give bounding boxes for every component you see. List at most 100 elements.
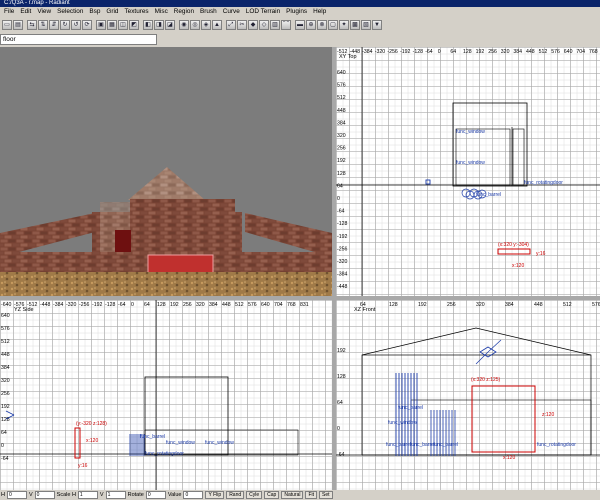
view-label: YZ Side bbox=[14, 307, 34, 313]
menu-bsp[interactable]: Bsp bbox=[86, 6, 103, 17]
csg-merge-icon[interactable]: ◪ bbox=[165, 19, 175, 30]
menu-lod-terrain[interactable]: LOD Terrain bbox=[243, 6, 283, 17]
top-ruler-tick: -640 bbox=[1, 302, 11, 308]
left-ruler-tick: 192 bbox=[337, 348, 346, 354]
left-ruler-tick: 128 bbox=[337, 374, 346, 380]
field-label: Value bbox=[167, 492, 182, 498]
top-ruler-tick: -192 bbox=[92, 302, 102, 308]
yz-side-viewport[interactable]: -640 -576 -512 -448 -384 -320 -256 -192 -128 -64 0… bbox=[0, 300, 332, 490]
top-ruler-tick: 0 bbox=[438, 49, 441, 55]
menu-selection[interactable]: Selection bbox=[54, 6, 86, 17]
patch-icon[interactable]: ▥ bbox=[270, 19, 280, 30]
xz-front-viewport[interactable]: 64128192256320384448512576640192128640-6… bbox=[336, 300, 600, 490]
top-ruler-tick: -64 bbox=[425, 49, 433, 55]
view-label: XY Top bbox=[339, 54, 357, 60]
top-ruler-tick: 384 bbox=[505, 302, 514, 308]
menu-grid[interactable]: Grid bbox=[103, 6, 121, 17]
menu-textures[interactable]: Textures bbox=[121, 6, 151, 17]
cap-icon[interactable]: ▬ bbox=[295, 19, 305, 30]
rotate-x-icon[interactable]: ↻ bbox=[60, 19, 70, 30]
surface-button-cap[interactable]: Cap bbox=[264, 491, 280, 499]
clipper-icon[interactable]: ✂ bbox=[237, 19, 247, 30]
surface-button-rand[interactable]: Rand bbox=[226, 491, 245, 499]
menu-misc[interactable]: Misc bbox=[152, 6, 171, 17]
left-ruler-tick: 320 bbox=[1, 378, 10, 384]
menu-plugins[interactable]: Plugins bbox=[283, 6, 310, 17]
left-ruler-tick: -64 bbox=[337, 209, 345, 215]
surface-button-natural[interactable]: Natural bbox=[281, 491, 304, 499]
top-ruler-tick: 512 bbox=[539, 49, 548, 55]
select-inside-icon[interactable]: ◫ bbox=[118, 19, 128, 30]
bend-icon[interactable]: ⌒ bbox=[281, 19, 291, 30]
top-ruler-tick: 128 bbox=[389, 302, 398, 308]
top-ruler-tick: 384 bbox=[513, 49, 522, 55]
entity-view-icon[interactable]: ◎ bbox=[190, 19, 200, 30]
field-value-input[interactable]: 1 bbox=[77, 491, 98, 499]
entity-label: func_rotatingdoor bbox=[524, 180, 563, 186]
texture-lock-icon[interactable]: ▲ bbox=[212, 19, 222, 30]
vertex-edit-icon[interactable]: ◆ bbox=[248, 19, 258, 30]
left-ruler-tick: -256 bbox=[337, 246, 347, 252]
drill-icon[interactable]: ⊗ bbox=[317, 19, 327, 30]
menu-brush[interactable]: Brush bbox=[197, 6, 220, 17]
view-label: XZ Front bbox=[354, 307, 376, 313]
csg-subtract-icon[interactable]: ◧ bbox=[143, 19, 153, 30]
entity-label: func_barrel bbox=[386, 442, 412, 448]
camera-render bbox=[0, 47, 332, 296]
select-touching-icon[interactable]: ▦ bbox=[107, 19, 117, 30]
menu-region[interactable]: Region bbox=[171, 6, 197, 17]
rotate-z-icon[interactable]: ⟳ bbox=[82, 19, 92, 30]
flip-z-icon[interactable]: ⇵ bbox=[49, 19, 59, 30]
surface-button-y-flip[interactable]: Y Flip bbox=[205, 491, 225, 499]
open-icon[interactable]: ▭ bbox=[2, 19, 12, 30]
select-complete-icon[interactable]: ▣ bbox=[96, 19, 106, 30]
xy-top-viewport[interactable]: -512 -448 -384 -320 -256 -192 -128 -64 0 64 128 192… bbox=[336, 47, 600, 296]
texture-bar: floor bbox=[0, 32, 600, 46]
rotate-y-icon[interactable]: ↺ bbox=[71, 19, 81, 30]
field-value-input[interactable]: 1 bbox=[105, 491, 126, 499]
menu-help[interactable]: Help bbox=[310, 6, 329, 17]
field-value-input[interactable]: 0 bbox=[145, 491, 166, 499]
selection-height: y:16 bbox=[536, 251, 546, 257]
menu-view[interactable]: View bbox=[34, 6, 54, 17]
surface-button-cyle[interactable]: Cyle bbox=[246, 491, 263, 499]
filter-icon[interactable]: ▼ bbox=[372, 19, 382, 30]
flip-y-icon[interactable]: ⇅ bbox=[38, 19, 48, 30]
scale-icon[interactable]: ⤢ bbox=[226, 19, 236, 30]
change-view-icon[interactable]: ◈ bbox=[201, 19, 211, 30]
top-ruler-tick: -320 bbox=[66, 302, 76, 308]
field-value-input[interactable]: 0 bbox=[6, 491, 27, 499]
camera-viewport[interactable] bbox=[0, 47, 332, 296]
left-ruler-tick: 640 bbox=[337, 70, 346, 76]
weld-icon[interactable]: ⊕ bbox=[306, 19, 316, 30]
top-ruler-tick: 256 bbox=[488, 49, 497, 55]
menu-curve[interactable]: Curve bbox=[220, 6, 243, 17]
camera-view-icon[interactable]: ◉ bbox=[179, 19, 189, 30]
top-ruler-tick: -384 bbox=[362, 49, 372, 55]
top-ruler-tick: 576 bbox=[592, 302, 600, 308]
menu-edit[interactable]: Edit bbox=[17, 6, 34, 17]
save-icon[interactable]: ▤ bbox=[13, 19, 23, 30]
select-partial-icon[interactable]: ◩ bbox=[129, 19, 139, 30]
field-value-input[interactable]: 0 bbox=[34, 491, 55, 499]
left-ruler-tick: -192 bbox=[337, 234, 347, 240]
field-value-input[interactable]: 0 bbox=[183, 491, 204, 499]
selection-width: x:120 bbox=[86, 438, 99, 444]
face-edit-icon[interactable]: ◇ bbox=[259, 19, 269, 30]
csg-hollow-icon[interactable]: ◨ bbox=[154, 19, 164, 30]
texture-name-field[interactable]: floor bbox=[0, 34, 157, 45]
top-ruler-tick: 512 bbox=[235, 302, 244, 308]
left-ruler-tick: 256 bbox=[1, 391, 10, 397]
top-ruler-tick: 448 bbox=[222, 302, 231, 308]
lights-icon[interactable]: ✦ bbox=[339, 19, 349, 30]
entity-label: func_barrel bbox=[476, 192, 502, 198]
region-icon[interactable]: ▧ bbox=[361, 19, 371, 30]
flip-x-icon[interactable]: ⇆ bbox=[27, 19, 37, 30]
surface-button-set[interactable]: Set bbox=[319, 491, 333, 499]
menu-file[interactable]: File bbox=[1, 6, 17, 17]
surface-button-fit[interactable]: Fit bbox=[305, 491, 318, 499]
left-ruler-tick: 0 bbox=[337, 196, 340, 202]
texture-view-icon[interactable]: ▩ bbox=[350, 19, 360, 30]
show-all-icon[interactable]: ▢ bbox=[328, 19, 338, 30]
entity-label: func_window bbox=[456, 129, 485, 135]
